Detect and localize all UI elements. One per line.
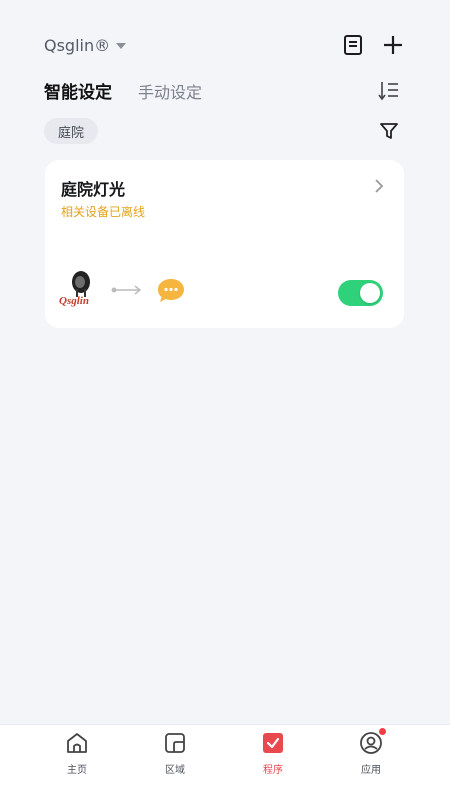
filter-icon [380, 123, 398, 139]
tab-bar-top: 智能设定 手动设定 [44, 78, 202, 103]
card-title: 庭院灯光 [61, 180, 126, 199]
card-status: 相关设备已离线 [61, 205, 146, 219]
device-brand-label: Qsglin [59, 295, 89, 307]
tabbar-item-program[interactable]: 程序 [243, 731, 303, 781]
program-card[interactable]: 庭院灯光 相关设备已离线 Qsglin [45, 160, 404, 328]
tabbar-item-home[interactable]: 主页 [47, 731, 107, 781]
arrow-right-icon [111, 285, 142, 295]
device-logo: Qsglin [59, 270, 103, 310]
profile-icon [360, 732, 382, 754]
tabbar-label-program: 程序 [263, 765, 283, 776]
add-button[interactable] [380, 32, 406, 58]
home-selector[interactable]: Qsglin® [44, 34, 127, 56]
tabbar-label-area: 区域 [165, 765, 185, 776]
area-filter-chip[interactable]: 庭院 [44, 118, 99, 144]
toggle-knob [360, 283, 380, 303]
document-icon [344, 35, 362, 55]
tab-smart-settings[interactable]: 智能设定 [44, 78, 112, 103]
notification-badge [379, 728, 386, 735]
caret-down-icon [116, 43, 127, 49]
header: Qsglin® [0, 0, 450, 70]
tabbar-label-home: 主页 [67, 765, 87, 776]
home-icon [67, 733, 87, 753]
sort-button[interactable] [376, 78, 402, 104]
chevron-right-icon [375, 179, 384, 193]
tab-manual-settings[interactable]: 手动设定 [138, 79, 202, 103]
bottom-tab-bar: 主页 区域 程序 应用 [0, 724, 450, 800]
program-check-icon [263, 733, 283, 753]
tabbar-label-apps: 应用 [361, 765, 381, 776]
program-flow: Qsglin [59, 270, 185, 310]
program-enable-toggle[interactable] [338, 280, 383, 306]
home-name: Qsglin® [44, 35, 111, 55]
tabbar-item-apps[interactable]: 应用 [341, 728, 401, 781]
tabbar-item-area[interactable]: 区域 [145, 731, 205, 781]
message-icon [158, 279, 184, 302]
sort-icon [378, 82, 398, 101]
filter-button[interactable] [376, 118, 402, 144]
plus-icon [384, 36, 402, 54]
area-icon [165, 733, 185, 753]
log-button[interactable] [340, 32, 366, 58]
